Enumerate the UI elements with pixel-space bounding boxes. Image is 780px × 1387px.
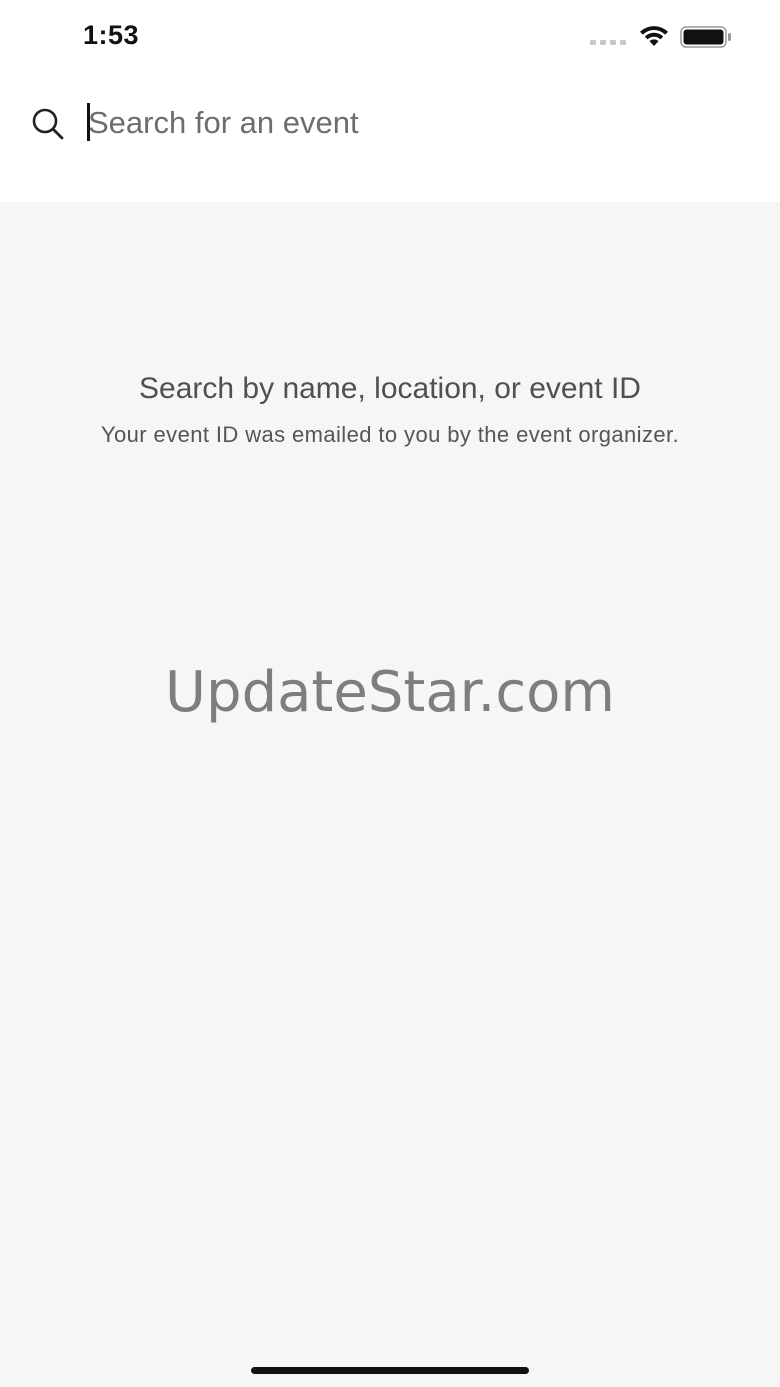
status-bar: 1:53	[0, 0, 780, 72]
signal-icon	[590, 40, 626, 45]
home-indicator[interactable]	[251, 1367, 529, 1374]
text-cursor	[87, 103, 90, 141]
wifi-icon	[640, 26, 668, 46]
header-wave	[0, 160, 780, 188]
watermark: UpdateStar.com	[165, 660, 615, 725]
search-icon	[32, 108, 64, 140]
battery-icon	[680, 26, 731, 48]
status-time: 1:53	[83, 20, 140, 50]
empty-state-subtitle: Your event ID was emailed to you by the …	[100, 422, 680, 447]
empty-state-title: Search by name, location, or event ID	[139, 372, 641, 405]
search-input[interactable]	[86, 100, 688, 146]
empty-state: Search by name, location, or event ID Yo…	[90, 370, 690, 450]
